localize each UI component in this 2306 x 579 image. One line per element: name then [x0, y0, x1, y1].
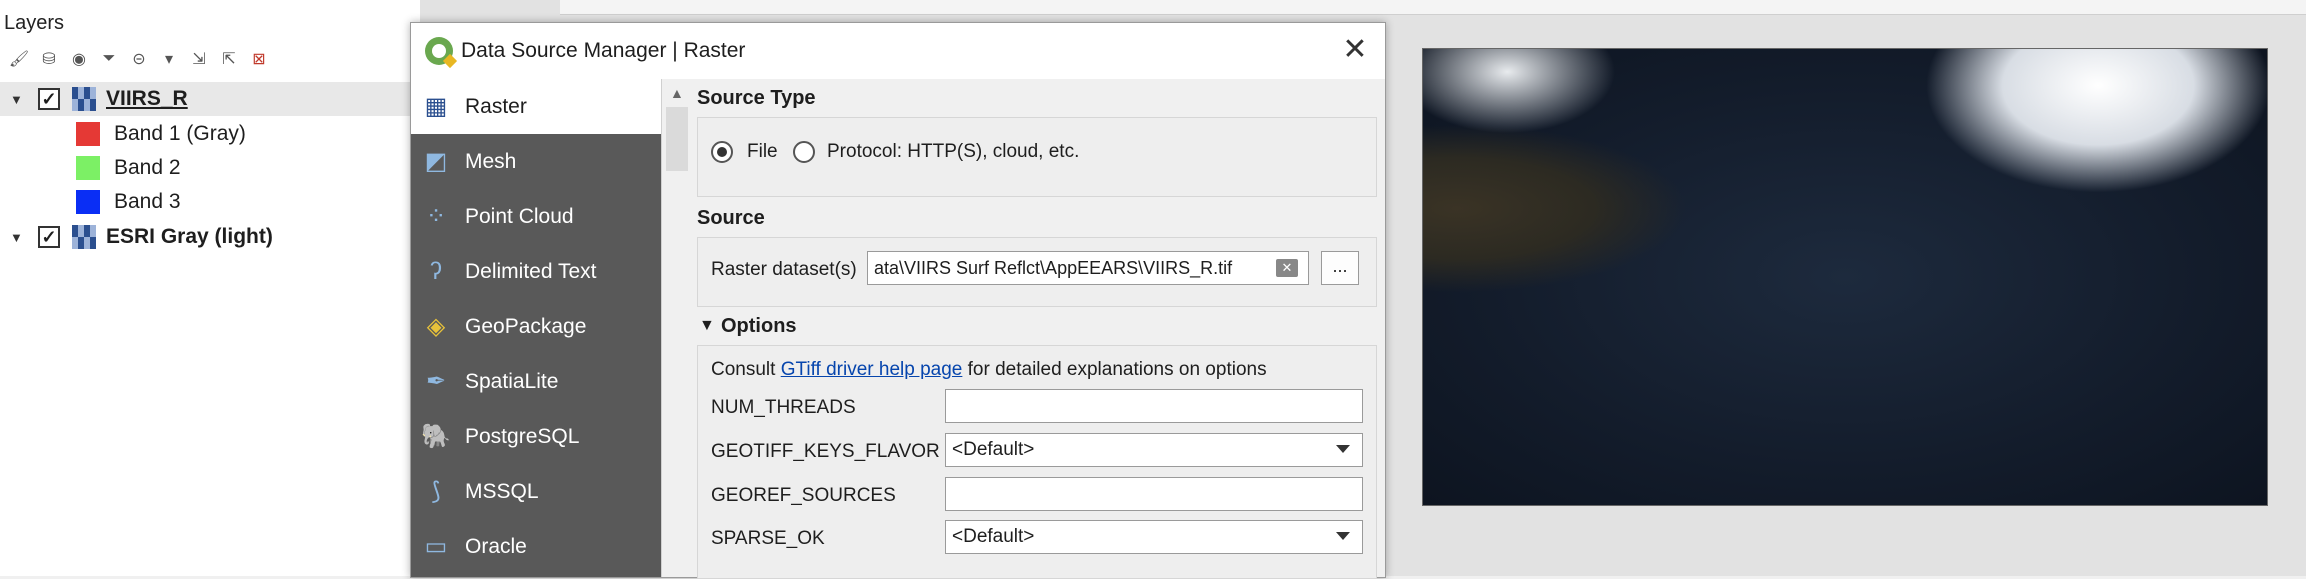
add-group-icon[interactable]: ⛁ [38, 48, 60, 70]
raster-icon: ▦ [424, 93, 448, 120]
delimited-text-icon: ʔ [430, 257, 442, 285]
geopackage-icon: ◈ [426, 313, 446, 340]
close-icon[interactable]: ✕ [1339, 35, 1371, 67]
protocol-radio[interactable] [793, 141, 815, 163]
clear-input-icon[interactable]: ✕ [1276, 259, 1298, 277]
sidebar-item-point-cloud[interactable]: ⁘ Point Cloud [411, 189, 661, 244]
sidebar-item-delimited-text[interactable]: ʔ Delimited Text [411, 244, 661, 299]
options-title: Options [721, 315, 797, 337]
source-title: Source [697, 207, 765, 229]
options-help-text: Consult GTiff driver help page for detai… [711, 359, 1267, 381]
sidebar-item-spatialite[interactable]: ✒ SpatiaLite [411, 354, 661, 409]
postgresql-icon: 🐘 [421, 423, 451, 450]
visibility-eye-icon[interactable]: ◉ [68, 48, 90, 70]
sidebar-item-label: PostgreSQL [465, 424, 580, 448]
band-3-swatch [76, 190, 100, 214]
protocol-radio-label: Protocol: HTTP(S), cloud, etc. [827, 141, 1080, 162]
raster-dataset-label: Raster dataset(s) [711, 259, 857, 280]
sidebar-item-label: Delimited Text [465, 259, 597, 283]
sparse-ok-select[interactable]: <Default> [945, 520, 1363, 554]
collapse-all-icon[interactable]: ⇱ [218, 48, 240, 70]
dropdown-arrow-icon[interactable]: ▾ [158, 48, 180, 70]
filter-expression-icon[interactable]: ⊝ [128, 48, 150, 70]
options-collapse-icon[interactable]: ▼ [699, 317, 715, 335]
source-type-sidebar: ▦ Raster ◩ Mesh ⁘ Point Cloud ʔ Delimite… [411, 79, 661, 577]
source-type-title: Source Type [697, 87, 816, 109]
point-cloud-icon: ⁘ [425, 203, 447, 230]
sidebar-item-label: MSSQL [465, 479, 539, 503]
layer-name: ESRI Gray (light) [106, 225, 273, 248]
spatialite-icon: ✒ [425, 368, 447, 395]
scroll-up-icon[interactable]: ▲ [670, 85, 684, 101]
raster-layer-icon [72, 225, 96, 249]
style-brush-icon[interactable]: 🖌 [8, 48, 30, 70]
georef-sources-input[interactable] [945, 477, 1363, 511]
sidebar-item-geopackage[interactable]: ◈ GeoPackage [411, 299, 661, 354]
layers-panel: Layers 🖌 ⛁ ◉ ⏷ ⊝ ▾ ⇲ ⇱ ⊠ ▼ ✓ VIIRS_R Ban… [0, 0, 420, 576]
layer-row-esri-gray[interactable]: ▼ ✓ ESRI Gray (light) [0, 220, 273, 254]
band-row: Band 3 [76, 185, 181, 219]
band-2-swatch [76, 156, 100, 180]
oracle-icon: ▭ [424, 533, 448, 560]
sidebar-item-label: Mesh [465, 149, 517, 173]
sidebar-item-oracle[interactable]: ▭ Oracle [411, 519, 661, 574]
consult-suffix: for detailed explanations on options [962, 359, 1267, 380]
expand-all-icon[interactable]: ⇲ [188, 48, 210, 70]
layer-visibility-checkbox[interactable]: ✓ [38, 88, 60, 110]
band-row: Band 1 (Gray) [76, 117, 246, 151]
layer-visibility-checkbox[interactable]: ✓ [38, 226, 60, 248]
layer-row-viirs-r[interactable]: ▼ ✓ VIIRS_R [0, 82, 420, 116]
band-label: Band 1 (Gray) [114, 122, 246, 145]
raster-dataset-input[interactable]: ata\VIIRS Surf Reflct\AppEEARS\VIIRS_R.t… [867, 251, 1309, 285]
option-label: GEOREF_SOURCES [711, 485, 896, 506]
option-label: NUM_THREADS [711, 397, 856, 418]
band-row: Band 2 [76, 151, 181, 185]
consult-prefix: Consult [711, 359, 781, 380]
gtiff-help-link[interactable]: GTiff driver help page [781, 359, 963, 380]
sidebar-item-label: Oracle [465, 534, 527, 558]
viirs-raster-map-image[interactable] [1422, 48, 2268, 506]
chevron-down-icon [1336, 532, 1350, 540]
collapse-caret-icon[interactable]: ▼ [10, 230, 24, 245]
file-radio-label: File [747, 141, 778, 162]
sidebar-scrollbar[interactable]: ▲ [661, 79, 692, 577]
sparse-ok-value: <Default> [952, 526, 1035, 547]
sidebar-item-label: Point Cloud [465, 204, 574, 228]
dialog-title-bar[interactable]: Data Source Manager | Raster ✕ [411, 23, 1385, 79]
layers-panel-title: Layers [4, 12, 65, 34]
sidebar-item-postgresql[interactable]: 🐘 PostgreSQL [411, 409, 661, 464]
mssql-icon: ⟆ [431, 478, 441, 505]
file-radio[interactable] [711, 141, 733, 163]
protocol-radio-option[interactable]: Protocol: HTTP(S), cloud, etc. [793, 141, 1079, 163]
sidebar-item-label: SpatiaLite [465, 369, 559, 393]
band-label: Band 3 [114, 190, 181, 213]
browse-button[interactable]: ... [1321, 251, 1359, 285]
map-toolbar-strip [560, 0, 2306, 15]
sidebar-item-label: Raster [465, 94, 527, 118]
band-1-swatch [76, 122, 100, 146]
sidebar-item-raster[interactable]: ▦ Raster [411, 79, 661, 134]
num-threads-input[interactable] [945, 389, 1363, 423]
remove-layer-icon[interactable]: ⊠ [248, 48, 270, 70]
data-source-manager-dialog: Data Source Manager | Raster ✕ ▦ Raster … [410, 22, 1386, 579]
geotiff-keys-flavor-value: <Default> [952, 439, 1035, 460]
sidebar-item-label: GeoPackage [465, 314, 587, 338]
geotiff-keys-flavor-select[interactable]: <Default> [945, 433, 1363, 467]
layers-toolbar: 🖌 ⛁ ◉ ⏷ ⊝ ▾ ⇲ ⇱ ⊠ [8, 44, 270, 74]
file-radio-option[interactable]: File [711, 141, 778, 163]
scrollbar-thumb[interactable] [666, 107, 688, 171]
sidebar-item-mesh[interactable]: ◩ Mesh [411, 134, 661, 189]
option-label: SPARSE_OK [711, 528, 825, 549]
raster-layer-icon [72, 87, 96, 111]
chevron-down-icon [1336, 445, 1350, 453]
collapse-caret-icon[interactable]: ▼ [10, 92, 24, 107]
mesh-icon: ◩ [424, 148, 448, 175]
sidebar-item-mssql[interactable]: ⟆ MSSQL [411, 464, 661, 519]
band-label: Band 2 [114, 156, 181, 179]
layer-name: VIIRS_R [106, 87, 188, 110]
dialog-title: Data Source Manager | Raster [461, 39, 746, 62]
option-label: GEOTIFF_KEYS_FLAVOR [711, 441, 940, 462]
raster-dataset-value: ata\VIIRS Surf Reflct\AppEEARS\VIIRS_R.t… [874, 257, 1233, 278]
filter-icon[interactable]: ⏷ [98, 48, 120, 70]
